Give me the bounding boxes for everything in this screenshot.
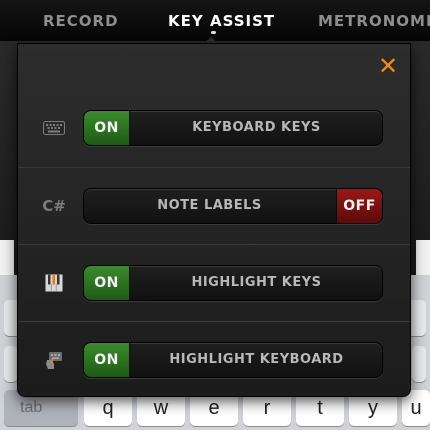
toggle-off-indicator: OFF: [336, 189, 382, 223]
highlight-keys-toggle[interactable]: ON HIGHLIGHT KEYS: [83, 265, 383, 301]
piano-keys-icon: [40, 269, 68, 297]
toggle-on-indicator: ON: [84, 266, 130, 300]
active-tab-indicator: [211, 31, 216, 34]
row-highlight-keys: ON HIGHLIGHT KEYS: [18, 244, 410, 321]
toggle-label: HIGHLIGHT KEYBOARD: [169, 352, 344, 367]
toggle-label: HIGHLIGHT KEYS: [191, 275, 322, 290]
row-keyboard-keys: ON KEYBOARD KEYS: [18, 90, 410, 167]
close-icon[interactable]: ✕: [376, 54, 400, 78]
row-highlight-keyboard: ON HIGHLIGHT KEYBOARD: [18, 321, 410, 398]
hand-keyboard-icon: [40, 346, 68, 374]
background-panel-left: [0, 240, 14, 275]
tab-key-assist[interactable]: KEY ASSIST: [168, 12, 275, 30]
toggle-label: KEYBOARD KEYS: [192, 120, 321, 135]
tab-metronome[interactable]: METRONOME: [318, 12, 430, 30]
keyboard-icon: [40, 114, 68, 142]
keyboard-key-partial: [4, 346, 18, 382]
top-tab-bar: RECORD KEY ASSIST METRONOME: [0, 0, 430, 42]
background-panel-right: [416, 240, 430, 275]
highlight-keyboard-toggle[interactable]: ON HIGHLIGHT KEYBOARD: [83, 342, 383, 378]
row-note-labels: C# NOTE LABELS OFF: [18, 167, 410, 244]
toggle-on-indicator: ON: [84, 343, 130, 377]
toggle-label: NOTE LABELS: [157, 198, 262, 213]
toggle-on-indicator: ON: [84, 111, 130, 145]
key-assist-popover: ✕ ON KEYBOARD KEYS C# NOTE LABELS OFF ON…: [17, 43, 411, 397]
keyboard-key-partial: [412, 346, 426, 382]
keyboard-keys-toggle[interactable]: ON KEYBOARD KEYS: [83, 110, 383, 146]
tab-record[interactable]: RECORD: [43, 12, 119, 30]
note-labels-toggle[interactable]: NOTE LABELS OFF: [83, 188, 383, 224]
note-label-icon: C#: [42, 197, 66, 215]
